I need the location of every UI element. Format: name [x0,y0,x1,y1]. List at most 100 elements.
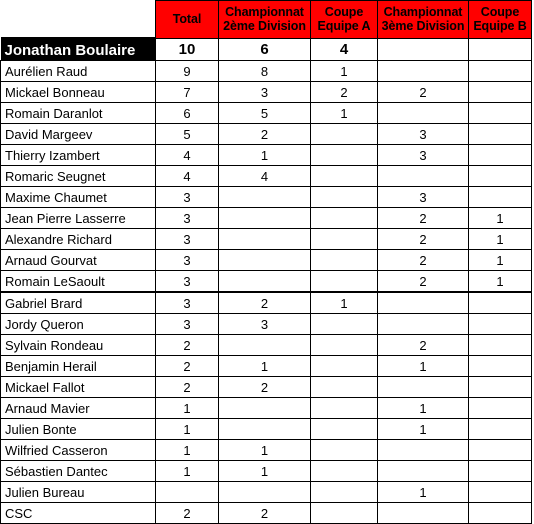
score-cell-total: 6 [155,102,219,124]
player-name-cell: Arnaud Gourvat [0,249,156,271]
score-cell-total: 9 [155,60,219,82]
player-name-cell: Gabriel Brard [0,291,156,314]
player-name-cell: Jordy Queron [0,313,156,335]
column-header-ch3: Championnat 3ème Division [377,0,469,39]
table-row: David Margeev 5 2 3 [0,123,532,145]
player-name-cell: Jean Pierre Lasserre [0,207,156,229]
table-row: Arnaud Mavier 1 1 [0,397,532,419]
table-row: Aurélien Raud 9 8 1 [0,60,532,82]
score-cell-ch3: 2 [377,81,469,103]
player-name-cell: Sébastien Dantec [0,460,156,482]
score-cell-ch2 [218,334,311,356]
score-cell-ch3: 1 [377,355,469,377]
score-cell-cupA: 2 [310,81,378,103]
table-row: Arnaud Gourvat 3 2 1 [0,249,532,271]
player-name-cell: Arnaud Mavier [0,397,156,419]
column-header-line: Coupe [480,5,520,19]
score-cell-ch3: 2 [377,270,469,293]
score-cell-cupB [468,418,532,440]
score-cell-ch2 [218,207,311,229]
score-cell-ch2: 2 [218,291,311,314]
player-name-cell: Aurélien Raud [0,60,156,82]
score-cell-total: 1 [155,460,219,482]
header-row: Total Championnat 2ème Division Coupe Equipe… [0,0,532,40]
score-cell-ch3 [377,165,469,187]
player-name-cell: Jonathan Boulaire [0,38,156,61]
score-cell-cupB [468,397,532,419]
score-cell-cupB [468,165,532,187]
player-name-cell: Sylvain Rondeau [0,334,156,356]
score-cell-ch2 [218,249,311,271]
score-cell-cupA [310,207,378,229]
column-header-cupB: Coupe Equipe B [468,0,532,39]
table-row: Jean Pierre Lasserre 3 2 1 [0,207,532,229]
score-cell-cupB: 1 [468,249,532,271]
score-cell-ch3: 1 [377,397,469,419]
score-cell-total: 4 [155,165,219,187]
table-row: Romain LeSaoult 3 2 1 [0,270,532,293]
score-cell-cupB [468,439,532,461]
score-cell-cupB [468,186,532,208]
score-cell-cupA [310,334,378,356]
score-cell-ch2 [218,270,311,293]
score-cell-ch2: 2 [218,502,311,524]
score-cell-cupB: 1 [468,207,532,229]
table-header: Total Championnat 2ème Division Coupe Equipe… [0,0,532,40]
score-cell-ch3 [377,60,469,82]
score-cell-cupA: 4 [310,38,378,61]
player-name-cell: Mickael Fallot [0,376,156,398]
table-row: Alexandre Richard 3 2 1 [0,228,532,250]
score-cell-ch2: 6 [218,38,311,61]
score-cell-cupB [468,81,532,103]
score-cell-total: 5 [155,123,219,145]
score-cell-ch2: 1 [218,439,311,461]
score-cell-ch3 [377,102,469,124]
score-cell-ch3: 3 [377,186,469,208]
score-cell-cupA [310,397,378,419]
score-cell-ch2 [218,481,311,503]
column-header-line: 2ème Division [223,18,306,33]
table-body: Jonathan Boulaire 10 6 4 Aurélien Raud 9 8 1 Mic… [0,38,532,524]
score-cell-cupA [310,249,378,271]
score-cell-ch2 [218,397,311,419]
score-cell-cupB [468,502,532,524]
column-header-line: Championnat [225,5,304,19]
score-cell-ch2: 5 [218,102,311,124]
scorers-table: Total Championnat 2ème Division Coupe Equipe… [0,0,532,524]
score-cell-ch2: 3 [218,81,311,103]
score-cell-cupB [468,334,532,356]
table-row: Julien Bureau 1 [0,481,532,503]
column-header-cupA: Coupe Equipe A [310,0,378,39]
score-cell-ch3 [377,291,469,314]
column-header-line: Coupe [324,5,364,19]
score-cell-ch3: 1 [377,418,469,440]
score-cell-total: 1 [155,439,219,461]
score-cell-ch2 [218,228,311,250]
score-cell-total: 1 [155,418,219,440]
table-row: Thierry Izambert 4 1 3 [0,144,532,166]
score-cell-ch3 [377,502,469,524]
score-cell-total: 3 [155,228,219,250]
score-cell-cupA [310,418,378,440]
score-cell-cupB [468,355,532,377]
player-name-cell: Romain Daranlot [0,102,156,124]
score-cell-total: 2 [155,355,219,377]
score-cell-total: 2 [155,376,219,398]
score-cell-ch2: 1 [218,144,311,166]
score-cell-ch2: 3 [218,313,311,335]
score-cell-cupA [310,186,378,208]
score-cell-cupB [468,481,532,503]
table-row: Romain Daranlot 6 5 1 [0,102,532,124]
column-header-line: Equipe A [317,18,371,33]
score-cell-cupB [468,123,532,145]
score-cell-cupB [468,38,532,61]
table-row: Sébastien Dantec 1 1 [0,460,532,482]
score-cell-cupA [310,355,378,377]
score-cell-cupA [310,460,378,482]
score-cell-total: 3 [155,291,219,314]
player-name-cell: CSC [0,502,156,524]
score-cell-ch3 [377,460,469,482]
score-cell-cupA [310,123,378,145]
table-row: Benjamin Herail 2 1 1 [0,355,532,377]
score-cell-total: 3 [155,249,219,271]
